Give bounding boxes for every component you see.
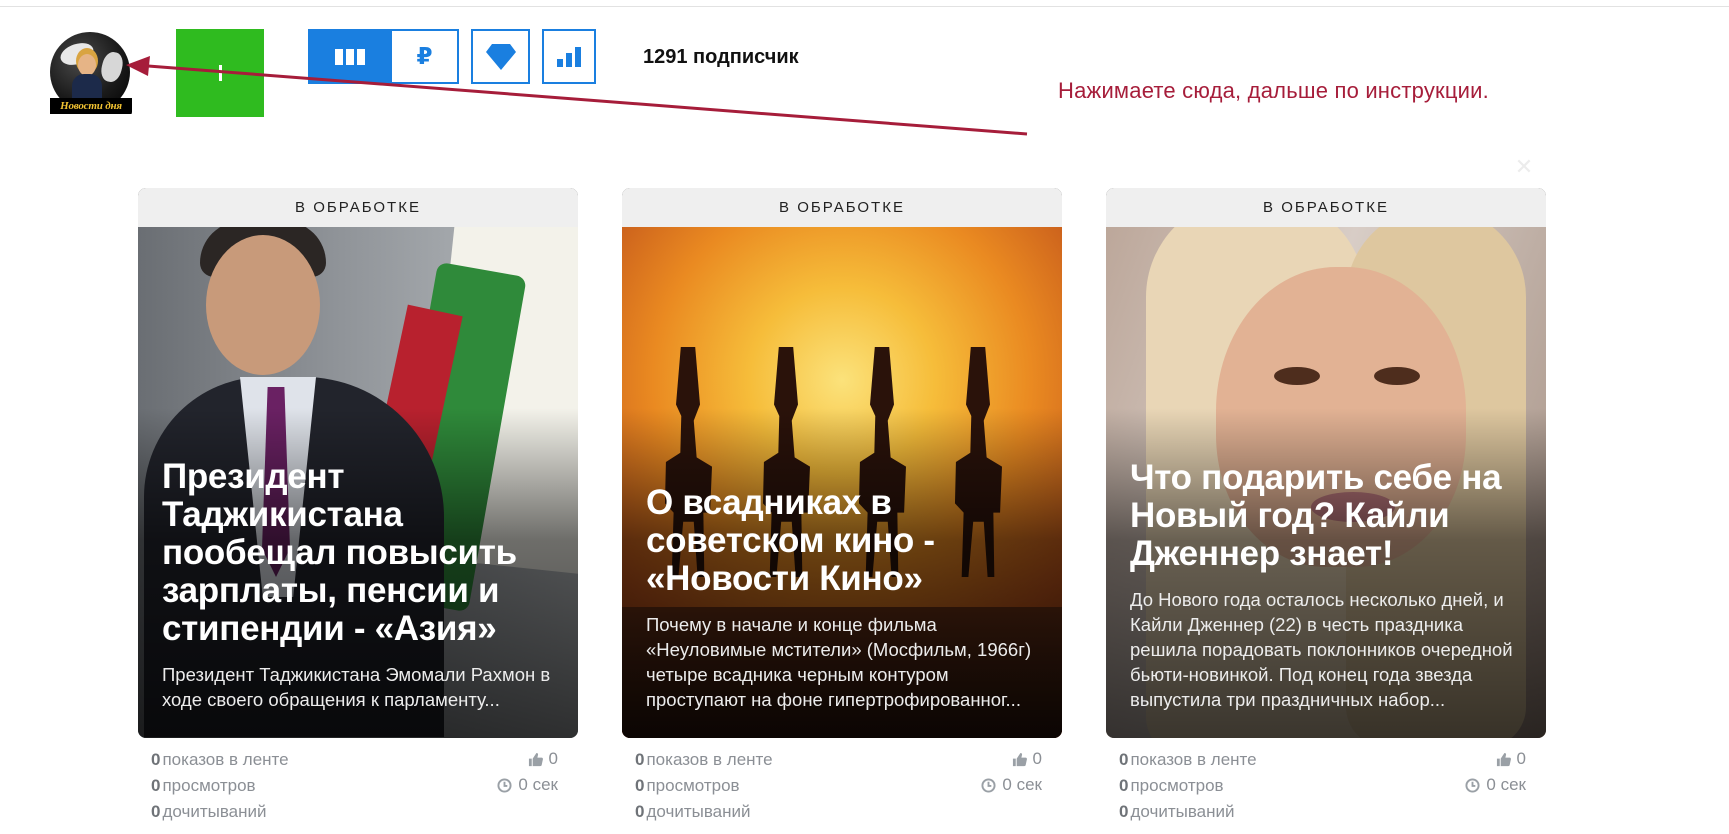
feed-view-button[interactable] (308, 29, 392, 84)
likes-stat[interactable]: 0 (1496, 749, 1526, 769)
status-badge: В ОБРАБОТКЕ (138, 188, 578, 227)
subscribers-count: 1291 подписчик (643, 46, 799, 68)
clock-icon (1465, 777, 1480, 793)
read-time-stat: 0 сек (497, 775, 558, 795)
article-cover-image: О всадниках в советском кино - «Новости … (622, 227, 1062, 738)
impressions-stat: 0 показов в ленте (635, 750, 773, 769)
read-time-stat: 0 сек (981, 775, 1042, 795)
article-card[interactable]: В ОБРАБОТКЕ О всадниках в советском кино… (622, 188, 1062, 738)
views-stat: 0 просмотров (151, 776, 256, 795)
clock-icon (497, 777, 512, 793)
plus-icon (219, 65, 222, 81)
ruble-icon: ₽ (416, 43, 433, 70)
premium-button[interactable] (471, 29, 530, 84)
status-badge: В ОБРАБОТКЕ (1106, 188, 1546, 227)
views-stat: 0 просмотров (1119, 776, 1224, 795)
article-title: О всадниках в советском кино - «Новости … (646, 483, 935, 598)
top-divider (0, 6, 1729, 7)
article-title: Президент Таджикистана пообещал повысить… (162, 457, 517, 648)
diamond-icon (485, 43, 516, 70)
article-excerpt: Президент Таджикистана Эмомали Рахмон в … (162, 664, 551, 710)
reads-stat: 0 дочитываний (1119, 802, 1235, 821)
instruction-hint: Нажимаете сюда, дальше по инструкции. (1058, 78, 1489, 103)
monetization-button[interactable]: ₽ (392, 29, 459, 84)
thumb-up-icon (1012, 752, 1027, 766)
article-card[interactable]: В ОБРАБОТКЕ Президент Таджикистана пообе… (138, 188, 578, 738)
article-cover-image: Что подарить себе на Новый год? Кайли Дж… (1106, 227, 1546, 738)
grid-icon (335, 48, 365, 65)
statistics-button[interactable] (542, 29, 596, 84)
avatar-logo-text: Новости дня (50, 98, 132, 114)
close-icon[interactable]: ✕ (1514, 157, 1534, 179)
add-publication-button[interactable] (176, 29, 264, 117)
article-excerpt: До Нового года осталось несколько дней, … (1130, 589, 1513, 710)
bar-chart-icon (557, 46, 581, 67)
reads-stat: 0 дочитываний (635, 802, 751, 821)
likes-stat[interactable]: 0 (1012, 749, 1042, 769)
article-excerpt: Почему в начале и конце фильма «Неуловим… (646, 614, 1032, 710)
impressions-stat: 0 показов в ленте (1119, 750, 1257, 769)
reads-stat: 0 дочитываний (151, 802, 267, 821)
thumb-up-icon (1496, 752, 1511, 766)
likes-stat[interactable]: 0 (528, 749, 558, 769)
impressions-stat: 0 показов в ленте (151, 750, 289, 769)
status-badge: В ОБРАБОТКЕ (622, 188, 1062, 227)
channel-avatar[interactable]: Новости дня (46, 30, 132, 116)
thumb-up-icon (528, 752, 543, 766)
article-card[interactable]: В ОБРАБОТКЕ Что подарить себе на Новый г… (1106, 188, 1546, 738)
article-title: Что подарить себе на Новый год? Кайли Дж… (1130, 458, 1502, 573)
clock-icon (981, 777, 996, 793)
read-time-stat: 0 сек (1465, 775, 1526, 795)
views-stat: 0 просмотров (635, 776, 740, 795)
article-cover-image: Президент Таджикистана пообещал повысить… (138, 227, 578, 738)
